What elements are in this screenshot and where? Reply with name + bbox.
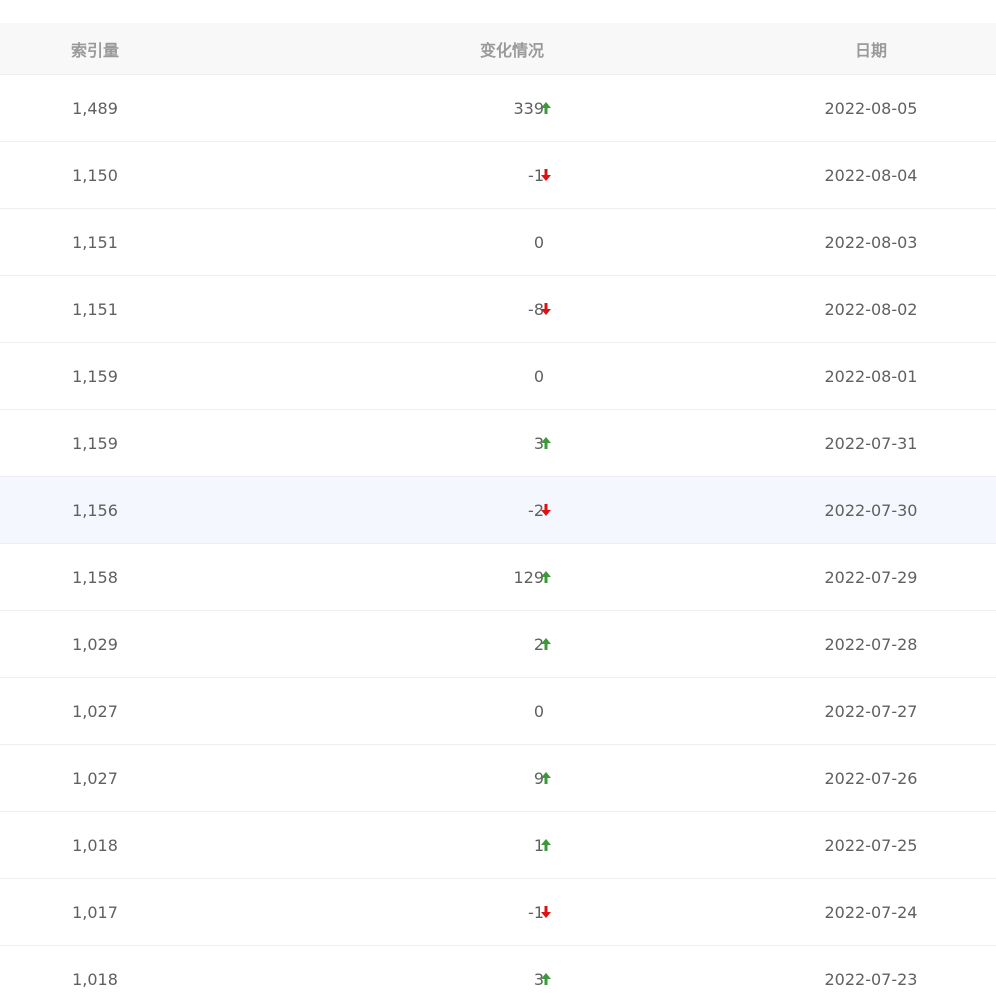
index-count-cell: 1,158 xyxy=(72,567,118,587)
index-count-cell: 1,159 xyxy=(72,433,118,453)
change-value-cell: 2 xyxy=(533,634,544,654)
change-value-cell: -2 xyxy=(528,500,544,520)
table-body: 1,489 339 2022-08-05 1,150 -1 2022-08-04 1,151… xyxy=(0,75,996,1007)
change-value-cell: 0 xyxy=(533,232,544,252)
header-date[interactable]: 日期 xyxy=(790,23,952,74)
index-count-cell: 1,027 xyxy=(72,701,118,721)
change-value-cell: 0 xyxy=(533,366,544,386)
date-cell: 2022-07-25 xyxy=(824,835,918,855)
change-value-cell: -8 xyxy=(528,299,544,319)
table-row[interactable]: 1,018 1 2022-07-25 xyxy=(0,812,996,879)
index-count-cell: 1,151 xyxy=(72,299,118,319)
arrow-up-icon xyxy=(538,611,554,677)
index-count-cell: 1,018 xyxy=(72,835,118,855)
arrow-up-icon xyxy=(538,544,554,610)
table-row[interactable]: 1,158 129 2022-07-29 xyxy=(0,544,996,611)
index-table: 索引量 变化情况 日期 1,489 339 2022-08-05 1,150 -1 202… xyxy=(0,23,996,1007)
table-row[interactable]: 1,151 0 2022-08-03 xyxy=(0,209,996,276)
index-count-cell: 1,156 xyxy=(72,500,118,520)
index-count-cell: 1,029 xyxy=(72,634,118,654)
date-cell: 2022-07-30 xyxy=(824,500,918,520)
header-change[interactable]: 变化情况 xyxy=(430,23,594,74)
index-count-cell: 1,018 xyxy=(72,969,118,989)
arrow-up-icon xyxy=(538,946,554,1007)
table-row[interactable]: 1,159 0 2022-08-01 xyxy=(0,343,996,410)
change-value-cell: 339 xyxy=(513,98,544,118)
arrow-up-icon xyxy=(538,745,554,811)
table-row[interactable]: 1,027 9 2022-07-26 xyxy=(0,745,996,812)
index-count-cell: 1,017 xyxy=(72,902,118,922)
change-value-cell: 1 xyxy=(533,835,544,855)
table-row[interactable]: 1,017 -1 2022-07-24 xyxy=(0,879,996,946)
index-count-cell: 1,489 xyxy=(72,98,118,118)
header-index[interactable]: 索引量 xyxy=(0,23,190,74)
arrow-down-icon xyxy=(538,879,554,945)
change-value-cell: 129 xyxy=(513,567,544,587)
index-count-cell: 1,150 xyxy=(72,165,118,185)
date-cell: 2022-08-05 xyxy=(824,98,918,118)
table-row[interactable]: 1,029 2 2022-07-28 xyxy=(0,611,996,678)
table-row[interactable]: 1,018 3 2022-07-23 xyxy=(0,946,996,1007)
table-row[interactable]: 1,027 0 2022-07-27 xyxy=(0,678,996,745)
change-value-cell: 9 xyxy=(533,768,544,788)
table-header: 索引量 变化情况 日期 xyxy=(0,23,996,75)
arrow-up-icon xyxy=(538,812,554,878)
table-row[interactable]: 1,489 339 2022-08-05 xyxy=(0,75,996,142)
table-row[interactable]: 1,150 -1 2022-08-04 xyxy=(0,142,996,209)
arrow-down-icon xyxy=(538,142,554,208)
date-cell: 2022-07-24 xyxy=(824,902,918,922)
index-count-cell: 1,027 xyxy=(72,768,118,788)
table-row[interactable]: 1,159 3 2022-07-31 xyxy=(0,410,996,477)
date-cell: 2022-07-31 xyxy=(824,433,918,453)
page: 索引量 变化情况 日期 1,489 339 2022-08-05 1,150 -1 202… xyxy=(0,0,996,1007)
arrow-up-icon xyxy=(538,75,554,141)
arrow-down-icon xyxy=(538,276,554,342)
arrow-down-icon xyxy=(538,477,554,543)
index-count-cell: 1,159 xyxy=(72,366,118,386)
date-cell: 2022-07-27 xyxy=(824,701,918,721)
date-cell: 2022-08-01 xyxy=(824,366,918,386)
date-cell: 2022-07-29 xyxy=(824,567,918,587)
date-cell: 2022-07-26 xyxy=(824,768,918,788)
change-value-cell: -1 xyxy=(528,902,544,922)
change-value-cell: 3 xyxy=(533,433,544,453)
date-cell: 2022-08-04 xyxy=(824,165,918,185)
change-value-cell: -1 xyxy=(528,165,544,185)
change-value-cell: 0 xyxy=(533,701,544,721)
index-count-cell: 1,151 xyxy=(72,232,118,252)
change-value-cell: 3 xyxy=(533,969,544,989)
date-cell: 2022-08-02 xyxy=(824,299,918,319)
arrow-up-icon xyxy=(538,410,554,476)
table-row[interactable]: 1,151 -8 2022-08-02 xyxy=(0,276,996,343)
date-cell: 2022-08-03 xyxy=(824,232,918,252)
date-cell: 2022-07-28 xyxy=(824,634,918,654)
table-row[interactable]: 1,156 -2 2022-07-30 xyxy=(0,477,996,544)
date-cell: 2022-07-23 xyxy=(824,969,918,989)
